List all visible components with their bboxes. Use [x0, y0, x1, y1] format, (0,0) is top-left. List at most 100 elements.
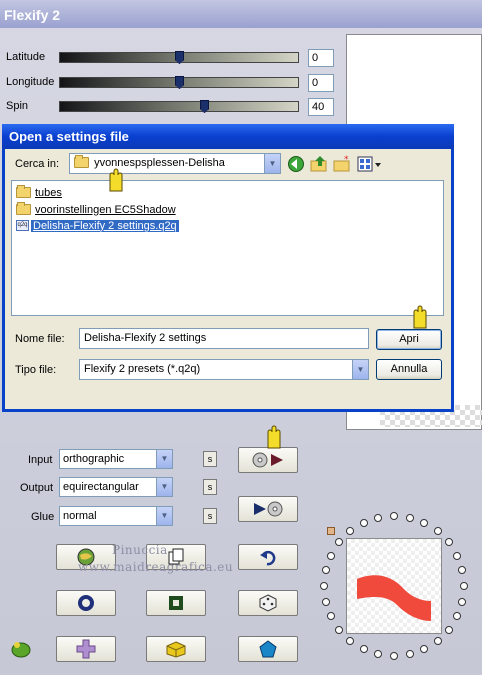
window-title-bar: Flexify 2 — [0, 0, 482, 28]
watermark-url: www.maidreagrafica.eu — [78, 560, 234, 574]
glue-label: Glue — [31, 511, 55, 523]
chevron-down-icon[interactable]: ▼ — [156, 507, 172, 525]
output-label: Output — [20, 482, 54, 494]
longitude-track[interactable] — [59, 76, 299, 89]
hand-pointer-icon — [413, 305, 427, 329]
output-select[interactable]: equirectangular ▼ — [59, 477, 173, 497]
undo-button[interactable] — [238, 544, 298, 570]
longitude-value[interactable]: 0 — [308, 74, 334, 92]
back-icon[interactable] — [287, 155, 305, 173]
spin-thumb[interactable] — [200, 100, 209, 113]
filename-value: Delisha-Flexify 2 settings — [84, 332, 207, 344]
ring-dot — [359, 645, 368, 654]
longitude-label: Longitude — [6, 76, 55, 88]
latitude-label: Latitude — [6, 51, 46, 63]
latitude-value[interactable]: 0 — [308, 49, 334, 67]
open-button[interactable]: Apri — [376, 329, 442, 350]
load-settings-button[interactable] — [238, 447, 298, 473]
file-name: Delisha-Flexify 2 settings.q2q — [31, 219, 179, 232]
filetype-value: Flexify 2 presets (*.q2q) — [84, 363, 201, 375]
gem-button[interactable] — [238, 636, 298, 662]
filetype-label: Tipo file: — [15, 364, 57, 376]
input-select-value: orthographic — [63, 453, 125, 465]
chevron-down-icon[interactable]: ▼ — [352, 360, 368, 379]
settings-file-icon: q2q — [16, 220, 29, 231]
chevron-down-icon[interactable]: ▼ — [264, 154, 280, 173]
list-item-folder[interactable]: voorinstellingen EC5Shadow — [16, 202, 178, 217]
ring-dot — [326, 551, 335, 560]
spin-label: Spin — [6, 100, 29, 112]
glue-select-value: normal — [63, 510, 97, 522]
disk-load-icon — [252, 452, 283, 468]
chevron-down-icon[interactable]: ▼ — [156, 478, 172, 496]
spin-track[interactable] — [59, 100, 299, 113]
up-folder-icon[interactable] — [310, 155, 328, 173]
save-settings-button[interactable] — [238, 496, 298, 522]
preview-shape — [357, 575, 431, 621]
frame-icon — [169, 596, 183, 610]
input-select[interactable]: orthographic ▼ — [59, 449, 173, 469]
glue-select[interactable]: normal ▼ — [59, 506, 173, 526]
latitude-track[interactable] — [59, 51, 299, 64]
ring-dot — [458, 597, 467, 606]
new-folder-icon[interactable]: * — [333, 155, 351, 173]
file-name: voorinstellingen EC5Shadow — [35, 203, 176, 216]
output-s-button[interactable]: s — [203, 479, 217, 495]
input-label: Input — [28, 454, 53, 466]
input-s-button[interactable]: s — [203, 451, 217, 467]
folder-icon — [16, 202, 31, 215]
slider-spin: Spin 40 — [0, 98, 340, 116]
cross-icon — [76, 639, 96, 659]
ring-icon — [78, 595, 94, 611]
plus-button[interactable] — [56, 636, 116, 662]
ring-dot — [405, 650, 414, 659]
window-title: Flexify 2 — [4, 7, 61, 23]
ring-dot — [433, 636, 442, 645]
svg-text:*: * — [344, 155, 349, 165]
look-in-combo[interactable]: yvonnespsplessen-Delisha ▼ — [69, 153, 281, 174]
undo-icon — [260, 550, 276, 566]
folder-icon — [16, 185, 31, 198]
random-button[interactable] — [238, 590, 298, 616]
ring-handle[interactable] — [327, 527, 335, 535]
chevron-down-icon[interactable]: ▼ — [156, 450, 172, 468]
cancel-button[interactable]: Annulla — [376, 359, 442, 380]
ring-dot — [335, 625, 344, 634]
cube-icon — [166, 641, 186, 658]
frame-button[interactable] — [146, 590, 206, 616]
filename-input[interactable]: Delisha-Flexify 2 settings — [79, 328, 369, 349]
filename-label: Nome file: — [15, 333, 65, 345]
ring-dot — [390, 652, 398, 660]
cube-button[interactable] — [146, 636, 206, 662]
watermark: Pinuccia www.maidreagrafica.eu — [78, 542, 233, 576]
view-menu-icon[interactable] — [357, 155, 383, 173]
file-name: tubes — [35, 186, 62, 199]
dialog-title: Open a settings file — [2, 124, 454, 149]
ring-dot — [320, 582, 328, 590]
frog-logo-icon — [11, 642, 31, 658]
hand-pointer-icon — [109, 168, 123, 192]
spin-value[interactable]: 40 — [308, 98, 334, 116]
ring-dot — [453, 551, 462, 560]
ring-dot — [390, 512, 398, 520]
ring-button[interactable] — [56, 590, 116, 616]
look-in-label: Cerca in: — [15, 158, 60, 170]
output-select-value: equirectangular — [63, 481, 139, 493]
list-item-folder[interactable]: tubes — [16, 185, 64, 200]
ring-dot — [433, 527, 442, 536]
hand-pointer-icon — [267, 425, 281, 449]
pentagon-icon — [259, 640, 277, 658]
file-list[interactable]: tubes voorinstellingen EC5Shadow q2q Del… — [11, 168, 444, 316]
filetype-select[interactable]: Flexify 2 presets (*.q2q) ▼ — [79, 359, 369, 380]
ring-dot — [444, 625, 453, 634]
glue-s-button[interactable]: s — [203, 508, 217, 524]
longitude-thumb[interactable] — [175, 76, 184, 89]
list-item-file[interactable]: q2q Delisha-Flexify 2 settings.q2q — [16, 218, 179, 233]
slider-latitude: Latitude 0 — [0, 49, 340, 67]
latitude-thumb[interactable] — [175, 51, 184, 64]
ring-dot — [321, 597, 330, 606]
ring-dot — [460, 582, 468, 590]
ring-dot — [359, 518, 368, 527]
watermark-name: Pinuccia — [112, 543, 168, 557]
ring-dot — [405, 513, 414, 522]
